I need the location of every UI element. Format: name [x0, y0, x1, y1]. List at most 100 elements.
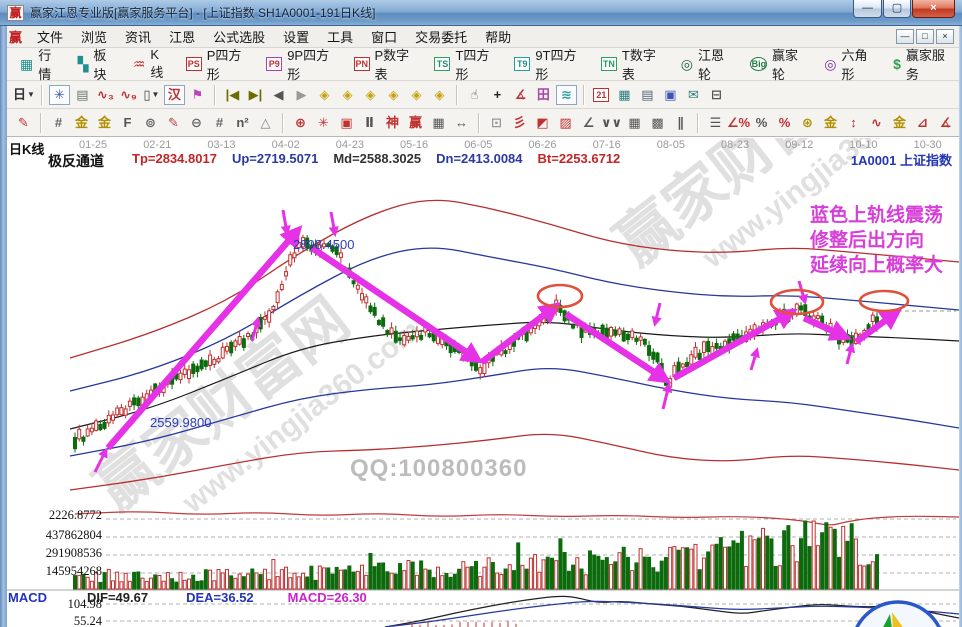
- spiral-tool[interactable]: ⊚: [140, 113, 161, 133]
- child-close-button[interactable]: ×: [936, 29, 954, 44]
- angle-measure-button[interactable]: ∡: [510, 85, 531, 105]
- child-minimize-button[interactable]: —: [896, 29, 914, 44]
- winner-service-button[interactable]: $赢家服务: [885, 52, 962, 76]
- winner-wheel-button[interactable]: Big赢家轮: [742, 52, 817, 76]
- minimize-button[interactable]: —: [853, 0, 882, 18]
- maximize-button[interactable]: ▢: [883, 0, 911, 18]
- shen-tool[interactable]: 神: [382, 113, 403, 133]
- brush-tool[interactable]: ✎: [13, 113, 34, 133]
- ruler-grid-tool: #: [216, 114, 223, 132]
- hexagon-button[interactable]: ◎六角形: [816, 52, 885, 76]
- percent-angle-tool[interactable]: ∠%: [728, 113, 749, 133]
- prev-bar-button[interactable]: ◀: [268, 85, 289, 105]
- marker-pen-tool[interactable]: ✎: [163, 113, 184, 133]
- dense-grid-tool: ▦: [628, 114, 640, 132]
- circle-cross-tool[interactable]: ⊕: [290, 113, 311, 133]
- p-number-button[interactable]: PNP数字表: [346, 52, 427, 76]
- mail-button[interactable]: ✉: [683, 85, 704, 105]
- t-number-button[interactable]: TNT数字表: [593, 52, 673, 76]
- ying-tool[interactable]: 赢: [405, 113, 426, 133]
- wave-pattern-button[interactable]: ≋: [556, 85, 577, 105]
- expand-all-diamond-button[interactable]: ◈: [406, 85, 427, 105]
- expand-v-diamond-button[interactable]: ◈: [383, 85, 404, 105]
- crosshair-button[interactable]: +: [487, 85, 508, 105]
- gann-wheel-button[interactable]: ◎江恩轮: [673, 52, 742, 76]
- volume-layer: [74, 521, 879, 589]
- gann-box-button[interactable]: 田: [533, 85, 554, 105]
- gann-grid-tool[interactable]: #: [48, 113, 69, 133]
- square-target-tool[interactable]: ▣: [336, 113, 357, 133]
- percent-tool[interactable]: %: [751, 113, 772, 133]
- zoom-left-diamond-button[interactable]: ◈: [314, 85, 335, 105]
- cycle-circle-tool[interactable]: ⊖: [186, 113, 207, 133]
- p9-square-button[interactable]: P99P四方形: [258, 52, 345, 76]
- market-quotes-button[interactable]: ▦行情: [12, 52, 70, 76]
- percent-line-tool[interactable]: %: [774, 113, 795, 133]
- hand-drag-button[interactable]: ☝: [464, 85, 485, 105]
- cycle-circle-tool: ⊖: [191, 114, 202, 132]
- wave-tool[interactable]: ∿: [866, 113, 887, 133]
- f-angle-tool[interactable]: ∡: [935, 113, 956, 133]
- gold-base-tool[interactable]: 金: [889, 113, 910, 133]
- t-square-button[interactable]: TST四方形: [426, 52, 506, 76]
- width-measure-tool[interactable]: ↔: [451, 113, 472, 133]
- wave9-button[interactable]: ∿₉: [118, 85, 139, 105]
- fibonacci-tool[interactable]: F: [117, 113, 138, 133]
- memo-button[interactable]: ▤: [72, 85, 93, 105]
- updown-tool[interactable]: ↕: [843, 113, 864, 133]
- full-view-diamond-button[interactable]: ◈: [429, 85, 450, 105]
- kline-button[interactable]: ♒K线: [125, 52, 178, 76]
- parallel-tool[interactable]: ∥: [670, 113, 691, 133]
- ruler-123-tool[interactable]: ▦: [428, 113, 449, 133]
- ruler-grid-tool[interactable]: #: [209, 113, 230, 133]
- golden-circle-tool: ⊛: [802, 114, 813, 132]
- report-button[interactable]: ▤: [637, 85, 658, 105]
- p-square-button[interactable]: PSP四方形: [178, 52, 259, 76]
- fan-box2-tool[interactable]: ▨: [555, 113, 576, 133]
- n-square-tool[interactable]: n²: [232, 113, 253, 133]
- dense-grid-tool[interactable]: ▦: [624, 113, 645, 133]
- golden-line-tool[interactable]: 金: [820, 113, 841, 133]
- angle-flag-tool[interactable]: △: [255, 113, 276, 133]
- price-ladder-tool[interactable]: ☰: [705, 113, 726, 133]
- close-button[interactable]: ×: [912, 0, 955, 18]
- angle-lines-tool[interactable]: ∠: [578, 113, 599, 133]
- last-bar-button[interactable]: ▶|: [245, 85, 266, 105]
- net-icon-button[interactable]: ✳: [49, 85, 70, 105]
- zoom-right-diamond-button[interactable]: ◈: [337, 85, 358, 105]
- child-restore-button[interactable]: □: [916, 29, 934, 44]
- menu-item-2[interactable]: 资讯: [116, 25, 160, 48]
- ray-fan-tool[interactable]: 彡: [509, 113, 530, 133]
- ray-fan-tool: 彡: [513, 114, 526, 132]
- gold-square-tool[interactable]: 金: [71, 113, 92, 133]
- zigzag-tool[interactable]: ∨∨: [601, 113, 622, 133]
- golden-circle-tool[interactable]: ⊛: [797, 113, 818, 133]
- wave3-button[interactable]: ∿₃: [95, 85, 116, 105]
- expand-h-diamond-button[interactable]: ◈: [360, 85, 381, 105]
- save-button[interactable]: ▣: [660, 85, 681, 105]
- first-bar-button[interactable]: |◀: [222, 85, 243, 105]
- t9-square-button[interactable]: T99T四方形: [506, 52, 593, 76]
- menu-item-3[interactable]: 江恩: [160, 25, 204, 48]
- hexagon-icon: ◎: [824, 57, 836, 71]
- candle-style-button[interactable]: ▯▼: [141, 85, 162, 105]
- dense-grid2-tool[interactable]: ▩: [647, 113, 668, 133]
- toolbar-separator: [478, 113, 480, 133]
- t-number-icon: TN: [601, 57, 617, 71]
- next-bar-button[interactable]: ▶: [291, 85, 312, 105]
- flag-button[interactable]: ⚑: [187, 85, 208, 105]
- starburst-tool[interactable]: ✳: [313, 113, 334, 133]
- fan-box-tool[interactable]: ◩: [532, 113, 553, 133]
- sector-blocks-button[interactable]: ▚板块: [70, 52, 125, 76]
- calculator-button[interactable]: ▦: [614, 85, 635, 105]
- gold-square2-tool[interactable]: 金: [94, 113, 115, 133]
- period-candle-button[interactable]: 日▼: [13, 85, 35, 105]
- j-angle-tool[interactable]: ⊿: [912, 113, 933, 133]
- printer-button[interactable]: ⊟: [706, 85, 727, 105]
- hanzi-button[interactable]: 汉: [164, 85, 185, 105]
- toolbar-separator: [214, 85, 216, 105]
- frame-tool[interactable]: ⊡: [486, 113, 507, 133]
- shen-tool: 神: [386, 114, 399, 132]
- calendar-button[interactable]: 21: [591, 85, 612, 105]
- double-bar-tool[interactable]: Ⅱ: [359, 113, 380, 133]
